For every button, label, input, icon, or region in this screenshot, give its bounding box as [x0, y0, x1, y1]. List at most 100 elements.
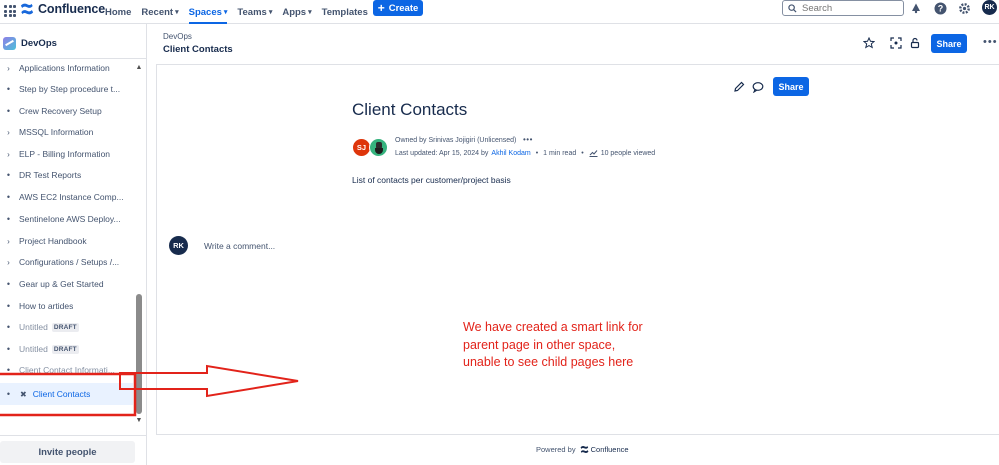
sidebar-scrollbar[interactable]: ▲ ▼: [135, 64, 143, 424]
scroll-down-arrow-icon[interactable]: ▼: [135, 417, 143, 425]
bullet-icon: •: [6, 84, 11, 94]
search-box[interactable]: [782, 0, 904, 16]
search-icon: [788, 3, 797, 13]
main-nav: Home Recent ▾ Spaces ▾ Teams ▾ Apps ▾ Templa…: [105, 0, 378, 24]
more-actions-icon[interactable]: •••: [983, 36, 998, 48]
tree-item-label: Applications Information: [19, 63, 110, 73]
create-button[interactable]: + Create: [373, 0, 423, 16]
create-button-label: Create: [388, 2, 419, 14]
comment-icon[interactable]: [752, 80, 764, 94]
analytics-icon: [589, 149, 598, 157]
tree-item-label: ELP - Billing Information: [19, 149, 111, 159]
footer-brand[interactable]: Confluence: [580, 445, 629, 454]
notifications-icon[interactable]: [909, 1, 923, 15]
chevron-right-icon[interactable]: ›: [5, 128, 12, 137]
tree-item-label: Step by Step procedure t...: [19, 84, 121, 94]
nav-spaces-label: Spaces: [188, 6, 222, 18]
user-avatar[interactable]: RK: [982, 0, 997, 15]
bullet-icon: •: [6, 389, 11, 399]
nav-teams[interactable]: Teams ▾: [237, 0, 272, 24]
tree-item-label: Untitled: [19, 344, 48, 354]
bullet-icon: •: [6, 365, 11, 375]
annotation-line: parent page in other space,: [463, 337, 616, 352]
annotation-line: unable to see child pages here: [463, 355, 634, 369]
invite-area: Invite people: [0, 435, 146, 465]
tree-item-project-handbook[interactable]: › Project Handbook: [0, 232, 133, 250]
nav-apps[interactable]: Apps ▾: [282, 0, 311, 24]
bullet-icon: •: [6, 301, 11, 311]
tree-item-gear-up[interactable]: • Gear up & Get Started: [0, 275, 133, 293]
tree-item-crew-recovery[interactable]: • Crew Recovery Setup: [0, 102, 133, 120]
chevron-right-icon[interactable]: ›: [5, 64, 12, 73]
tree-item-untitled-draft[interactable]: • Untitled DRAFT: [0, 318, 133, 336]
space-avatar-icon: [3, 36, 16, 50]
chevron-right-icon[interactable]: ›: [5, 150, 12, 159]
top-navigation: Confluence Home Recent ▾ Spaces ▾ Teams ▾ A…: [0, 0, 999, 24]
contributor-avatar[interactable]: [369, 138, 388, 157]
tree-item-client-contact-info[interactable]: • Client Contact Informati...: [0, 361, 133, 379]
owner-more-icon[interactable]: •••: [523, 135, 533, 144]
sidebar: DevOps › Applications Information • Step b…: [0, 24, 147, 465]
breadcrumb[interactable]: DevOps: [163, 32, 192, 41]
tree-item-label: Crew Recovery Setup: [19, 106, 102, 116]
header-share-button[interactable]: Share: [931, 34, 967, 53]
nav-templates-label: Templates: [321, 6, 368, 18]
tree-item-label: Project Handbook: [19, 236, 87, 246]
comment-input[interactable]: [204, 240, 404, 251]
app-switcher-icon[interactable]: [4, 5, 16, 17]
tree-item-label: MSSQL Information: [19, 127, 94, 137]
chevron-down-icon: ▾: [268, 9, 273, 16]
chevron-right-icon[interactable]: ›: [5, 237, 12, 246]
confluence-logo[interactable]: Confluence: [20, 2, 105, 16]
page-share-button[interactable]: Share: [773, 77, 809, 96]
nav-templates[interactable]: Templates: [322, 0, 368, 24]
page-footer: Powered by Confluence: [536, 445, 629, 454]
chevron-down-icon: ▾: [175, 9, 179, 16]
tree-item-how-to[interactable]: • How to artides: [0, 297, 133, 315]
help-icon[interactable]: ?: [933, 1, 947, 15]
scroll-thumb[interactable]: [136, 294, 142, 414]
draft-badge: DRAFT: [51, 322, 79, 332]
chevron-right-icon[interactable]: ›: [5, 258, 12, 267]
powered-by-text: Powered by: [536, 445, 576, 454]
tree-item-label: How to artides: [19, 301, 74, 311]
app-name: Confluence: [38, 2, 106, 16]
page-body: List of contacts per customer/project ba…: [352, 175, 511, 185]
tree-item-label: Configurations / Setups /...: [19, 257, 120, 267]
bullet-icon: •: [6, 192, 11, 202]
nav-recent[interactable]: Recent ▾: [141, 0, 178, 24]
tree-item-configurations[interactable]: › Configurations / Setups /...: [0, 253, 133, 271]
star-icon[interactable]: [863, 37, 875, 49]
updated-by-link[interactable]: Akhil Kodam: [491, 150, 530, 157]
space-header[interactable]: DevOps: [0, 32, 57, 54]
search-input[interactable]: [802, 2, 892, 14]
tree-item-mssql[interactable]: › MSSQL Information: [0, 123, 133, 141]
tree-item-applications-information[interactable]: › Applications Information: [0, 59, 133, 77]
tree-item-dr-test[interactable]: • DR Test Reports: [0, 166, 133, 184]
read-time: 1 min read: [543, 149, 577, 157]
bullet-icon: •: [6, 344, 11, 354]
nav-home[interactable]: Home: [105, 0, 131, 24]
tree-item-sentinelone[interactable]: • SentineIone AWS Deploy...: [0, 210, 133, 228]
tree-item-elp-billing[interactable]: › ELP - Billing Information: [0, 145, 133, 163]
draft-badge: DRAFT: [51, 344, 79, 354]
annotation-line: We have created a smart link for: [463, 320, 643, 334]
settings-icon[interactable]: [957, 1, 971, 15]
header-page-title: Client Contacts: [163, 44, 233, 55]
updated-prefix: Last updated: Apr 15, 2024 by: [395, 149, 489, 157]
tree-item-client-contacts[interactable]: • ✖ Client Contacts: [0, 383, 133, 405]
restrictions-icon[interactable]: [909, 37, 921, 49]
nav-teams-label: Teams: [237, 6, 267, 18]
confluence-logo-icon: [20, 3, 34, 15]
edit-pencil-icon[interactable]: [733, 80, 745, 92]
scroll-up-arrow-icon[interactable]: ▲: [135, 64, 143, 72]
tree-item-aws-ec2[interactable]: • AWS EC2 Instance Comp...: [0, 188, 133, 206]
nav-spaces[interactable]: Spaces ▾: [188, 0, 227, 24]
separator-dot: •: [535, 149, 539, 157]
views-count[interactable]: 10 people viewed: [601, 150, 656, 157]
tree-item-untitled-draft[interactable]: • Untitled DRAFT: [0, 340, 133, 358]
invite-people-button[interactable]: Invite people: [0, 441, 135, 463]
fullscreen-icon[interactable]: [890, 37, 902, 49]
tree-item-step-by-step[interactable]: • Step by Step procedure t...: [0, 80, 133, 98]
owner-text: Owned by Srinivas Jojigiri (Unlicensed): [395, 137, 517, 144]
